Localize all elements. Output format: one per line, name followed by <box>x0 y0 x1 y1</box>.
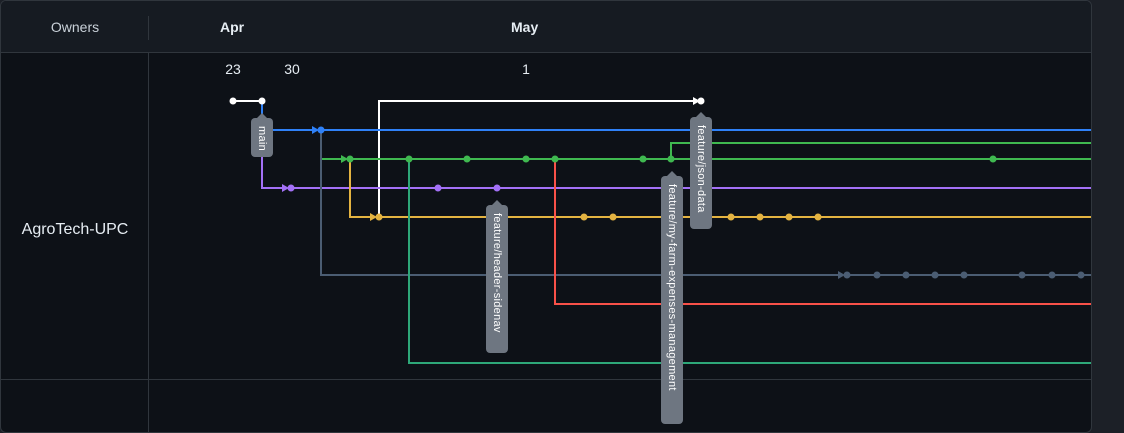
page-gutter <box>1092 0 1124 433</box>
commit-dot[interactable] <box>931 271 939 279</box>
network-graph-panel: Owners Apr May 23 30 1 AgroTech-UPC main… <box>0 0 1092 433</box>
commit-dot[interactable] <box>434 184 442 192</box>
commit-dot[interactable] <box>463 155 471 163</box>
commit-dot[interactable] <box>405 155 413 163</box>
commit-dot[interactable] <box>346 155 354 163</box>
branch-label-json-data[interactable]: feature/json-data <box>690 112 712 229</box>
commit-dot[interactable] <box>667 155 675 163</box>
commit-dot[interactable] <box>522 155 530 163</box>
commit-dot[interactable] <box>960 271 968 279</box>
commit-dot[interactable] <box>727 213 735 221</box>
commit-dot[interactable] <box>639 155 647 163</box>
commit-dot[interactable] <box>287 184 295 192</box>
commit-dot[interactable] <box>493 184 501 192</box>
commit-dot[interactable] <box>1048 271 1056 279</box>
commit-dot[interactable] <box>873 271 881 279</box>
commit-dot[interactable] <box>229 97 237 105</box>
commit-dot[interactable] <box>580 213 588 221</box>
commit-dot[interactable] <box>375 213 383 221</box>
commit-dot[interactable] <box>551 155 559 163</box>
commit-graph <box>229 97 1091 364</box>
commit-dot[interactable] <box>258 97 266 105</box>
branch-teal-line <box>408 159 1091 364</box>
commit-dot[interactable] <box>609 213 617 221</box>
commit-dot[interactable] <box>756 213 764 221</box>
commit-dot[interactable] <box>1077 271 1085 279</box>
branch-red-line <box>554 159 1091 305</box>
commit-dot[interactable] <box>902 271 910 279</box>
commit-dot[interactable] <box>785 213 793 221</box>
branch-label-main[interactable]: main <box>251 113 273 157</box>
commits-blue <box>317 126 325 134</box>
commit-dot[interactable] <box>1018 271 1026 279</box>
commit-dot[interactable] <box>843 271 851 279</box>
branch-label-my-farm-expenses-management[interactable]: feature/my-farm-expenses-management <box>661 171 683 424</box>
commit-dot[interactable] <box>814 213 822 221</box>
commit-dot[interactable] <box>989 155 997 163</box>
commit-dot[interactable] <box>317 126 325 134</box>
commit-dot[interactable] <box>697 97 705 105</box>
branch-label-header-sidenav[interactable]: feature/header-sidenav <box>486 200 508 353</box>
branch-blue-line <box>261 101 1091 131</box>
